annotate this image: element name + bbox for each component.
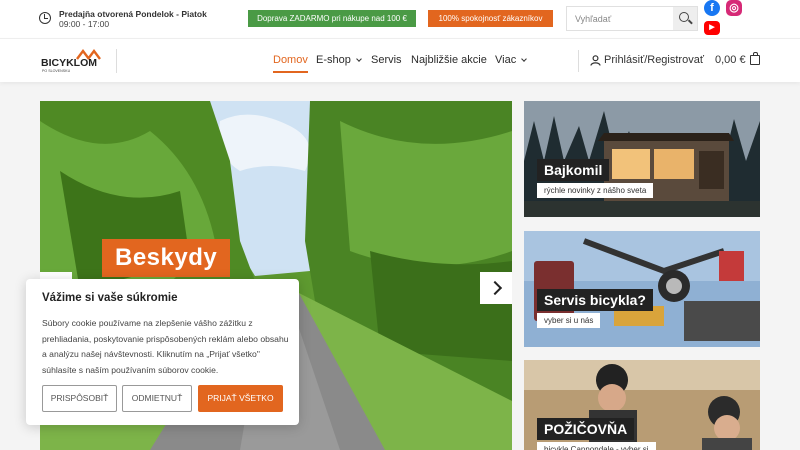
youtube-icon[interactable]: ▶ bbox=[704, 21, 720, 35]
tile-service-title: Servis bicykla? bbox=[537, 289, 653, 311]
logo[interactable]: BICYKLOM PO SLOVENSKU bbox=[41, 49, 105, 73]
clock-icon bbox=[39, 12, 51, 24]
hero-title: Beskydy bbox=[102, 239, 231, 277]
nav-item-more-label: Viac bbox=[495, 54, 517, 66]
chevron-down-icon bbox=[521, 56, 528, 62]
cookie-consent-dialog: Vážime si vaše súkromie Súbory cookie po… bbox=[26, 279, 299, 425]
search-box bbox=[566, 6, 698, 31]
tile-bajkomil[interactable]: Bajkomil rýchle novinky z nášho sveta bbox=[524, 101, 760, 217]
facebook-icon[interactable]: f bbox=[704, 0, 720, 16]
opening-hours-time: 09:00 - 17:00 bbox=[59, 19, 110, 29]
nav-item-service[interactable]: Servis bbox=[371, 54, 402, 66]
tile-service[interactable]: Servis bicykla? vyber si u nás bbox=[524, 231, 760, 347]
nav-item-events[interactable]: Najbližšie akcie bbox=[411, 54, 487, 66]
logo-graphic: BICYKLOM PO SLOVENSKU bbox=[41, 49, 101, 73]
nav-item-more[interactable]: Viac bbox=[495, 54, 528, 66]
satisfaction-badge: 100% spokojnosť zákazníkov bbox=[428, 10, 553, 27]
login-register-link[interactable]: Prihlásiť/Registrovať bbox=[604, 54, 704, 66]
tile-service-subtitle: vyber si u nás bbox=[537, 313, 601, 328]
cart-total[interactable]: 0,00 € bbox=[715, 54, 746, 66]
free-shipping-badge: Doprava ZADARMO pri nákupe nad 100 € bbox=[248, 10, 416, 27]
cookie-reject-button[interactable]: ODMIETNUŤ bbox=[122, 385, 192, 412]
top-bar: Predajňa otvorená Pondelok - Piatok 09:0… bbox=[0, 0, 800, 38]
main-nav: BICYKLOM PO SLOVENSKU Domov E-shop Servi… bbox=[0, 38, 800, 82]
logo-text: BICYKLOM bbox=[41, 57, 97, 69]
user-icon bbox=[590, 55, 601, 66]
tile-rental[interactable]: POŽIČOVŇA bicykle Cannondale - vyber si bbox=[524, 360, 760, 450]
nav-item-home[interactable]: Domov bbox=[273, 54, 308, 73]
nav-divider bbox=[578, 50, 579, 72]
search-input[interactable] bbox=[567, 7, 675, 30]
tile-rental-subtitle: bicykle Cannondale - vyber si bbox=[537, 442, 656, 450]
slider-next-button[interactable] bbox=[480, 272, 512, 304]
opening-hours-days: Predajňa otvorená Pondelok - Piatok bbox=[59, 9, 207, 19]
cart-icon[interactable] bbox=[750, 52, 760, 65]
tile-bajkomil-subtitle: rýchle novinky z nášho sveta bbox=[537, 183, 654, 198]
logo-divider bbox=[116, 49, 117, 73]
opening-hours: Predajňa otvorená Pondelok - Piatok 09:0… bbox=[59, 9, 207, 29]
nav-item-eshop[interactable]: E-shop bbox=[316, 54, 362, 66]
cookie-title: Vážime si vaše súkromie bbox=[42, 292, 178, 304]
nav-item-eshop-label: E-shop bbox=[316, 54, 351, 66]
cookie-accept-all-button[interactable]: PRIJAŤ VŠETKO bbox=[198, 385, 283, 412]
cookie-text: Súbory cookie používame na zlepšenie váš… bbox=[42, 318, 289, 375]
search-icon[interactable] bbox=[673, 7, 697, 30]
cookie-customize-button[interactable]: PRISPÔSOBIŤ bbox=[42, 385, 117, 412]
instagram-icon[interactable]: ◎ bbox=[726, 0, 742, 16]
tile-bajkomil-title: Bajkomil bbox=[537, 159, 610, 181]
tile-rental-title: POŽIČOVŇA bbox=[537, 418, 635, 440]
logo-subtext: PO SLOVENSKU bbox=[42, 69, 71, 73]
chevron-down-icon bbox=[356, 56, 362, 62]
